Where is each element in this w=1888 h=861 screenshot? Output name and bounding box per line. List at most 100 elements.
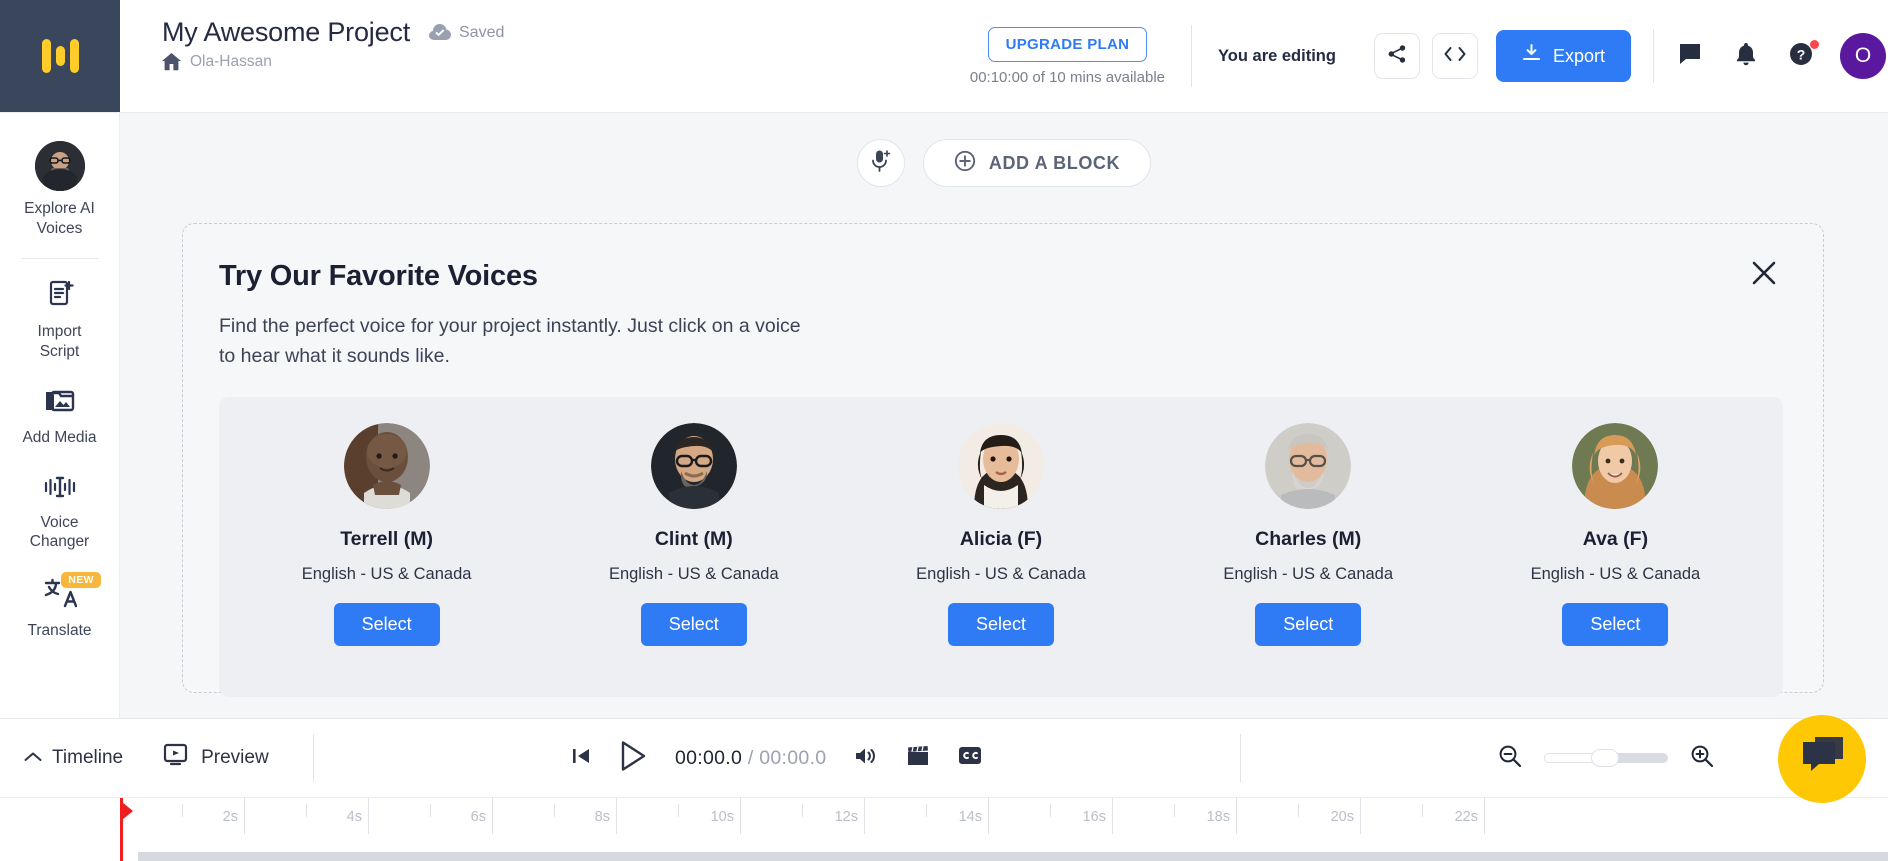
chat-bubble-icon: [1799, 736, 1845, 783]
playback-time: 00:00.0 / 00:00.0: [675, 747, 827, 770]
add-a-block-button[interactable]: ADD A BLOCK: [922, 139, 1152, 187]
voice-card[interactable]: Alicia (F) English - US & Canada Select: [847, 423, 1154, 647]
chat-support-button[interactable]: [1778, 715, 1866, 803]
panel-description: Find the perfect voice for your project …: [219, 315, 801, 368]
select-voice-button[interactable]: Select: [333, 603, 440, 647]
playhead[interactable]: [120, 798, 133, 861]
ruler-tick-minor: [1174, 804, 1175, 817]
sidebar-item-label: Add Media: [22, 429, 97, 447]
ruler-tick-major: [988, 798, 989, 834]
timeline-toggle[interactable]: Timeline: [24, 747, 163, 769]
select-voice-button[interactable]: Select: [947, 603, 1055, 647]
timeline-track[interactable]: [138, 852, 1888, 861]
new-badge: NEW: [61, 571, 101, 588]
sidebar-item-label: Translate: [27, 621, 92, 639]
notifications-button[interactable]: [1726, 36, 1766, 76]
voice-changer-icon: [44, 474, 76, 505]
sidebar-item-explore-ai-voices[interactable]: Explore AI Voices: [0, 129, 119, 252]
main-canvas: ADD A BLOCK Try Our Favorite Voices Find…: [120, 113, 1888, 718]
select-voice-button[interactable]: Select: [1255, 603, 1362, 647]
zoom-in-button[interactable]: [1690, 744, 1714, 773]
volume-button[interactable]: [854, 746, 878, 771]
download-icon: [1522, 44, 1541, 68]
sidebar-item-import-script[interactable]: Import Script: [0, 267, 119, 375]
voice-portrait: [958, 423, 1044, 510]
speaker-logo-icon: [41, 33, 79, 79]
voice-card[interactable]: Clint (M) English - US & Canada Select: [540, 423, 847, 647]
ruler-tick-major: [368, 798, 369, 834]
notification-dot: [1810, 40, 1819, 49]
voice-name: Terrell (M): [340, 528, 434, 551]
preview-button[interactable]: Preview: [163, 743, 269, 773]
project-title-area: My Awesome Project Saved Ola-Hassan: [120, 0, 504, 112]
ruler-tick-major: [492, 798, 493, 834]
top-bar-center: UPGRADE PLAN 00:10:00 of 10 mins availab…: [970, 0, 1362, 112]
select-voice-button[interactable]: Select: [1562, 603, 1669, 647]
panel-title: Try Our Favorite Voices: [219, 260, 538, 292]
user-avatar[interactable]: O: [1840, 33, 1886, 79]
timeline-ruler[interactable]: 2s 4s 6s 8s 10s 12s 14s 16s 18s 20s 22s: [0, 797, 1888, 861]
voice-card[interactable]: Terrell (M) English - US & Canada Select: [233, 423, 540, 647]
zoom-slider-handle[interactable]: [1591, 749, 1620, 767]
ruler-tick-label: 2s: [222, 809, 238, 825]
voice-card-list: Terrell (M) English - US & Canada Select: [219, 397, 1783, 698]
zoom-in-icon: [1690, 744, 1714, 773]
breadcrumb[interactable]: Ola-Hassan: [162, 53, 504, 71]
sidebar-item-voice-changer[interactable]: Voice Changer: [0, 462, 119, 566]
sidebar-item-label: Import Script: [37, 323, 82, 360]
skip-to-start-icon: [571, 746, 591, 771]
skip-to-start-button[interactable]: [571, 746, 591, 771]
voice-portrait: [650, 423, 737, 510]
app-root: My Awesome Project Saved Ola-Hassan UPGR…: [0, 0, 1888, 861]
ruler-tick-major: [864, 798, 865, 834]
share-button[interactable]: [1373, 33, 1420, 79]
ruler-tick-major: [1484, 798, 1485, 834]
zoom-out-icon: [1498, 744, 1522, 773]
record-voice-button[interactable]: [856, 139, 905, 187]
preview-screen-icon: [163, 743, 188, 773]
voice-name: Alicia (F): [959, 528, 1043, 551]
play-icon: [619, 740, 647, 777]
voice-card[interactable]: Ava (F) English - US & Canada Select: [1462, 423, 1769, 647]
voice-name: Clint (M): [654, 528, 733, 551]
ruler-tick-minor: [1422, 804, 1423, 817]
clapperboard-icon: [906, 745, 930, 772]
embed-code-button[interactable]: [1431, 33, 1478, 79]
zoom-slider[interactable]: [1543, 749, 1668, 767]
ruler-tick-label: 10s: [710, 809, 734, 825]
volume-icon: [854, 746, 878, 771]
captions-button[interactable]: [958, 746, 982, 770]
ruler-tick-label: 16s: [1082, 809, 1106, 825]
ruler-tick-major: [244, 798, 245, 834]
clapperboard-button[interactable]: [906, 745, 930, 772]
cloud-check-icon: [429, 24, 451, 41]
voice-language: English - US & Canada: [1223, 565, 1394, 584]
zoom-out-button[interactable]: [1498, 744, 1522, 773]
favorite-voices-panel: Try Our Favorite Voices Find the perfect…: [182, 223, 1824, 698]
home-icon: [162, 53, 181, 71]
ruler-tick-label: 14s: [958, 809, 982, 825]
voice-language: English - US & Canada: [301, 565, 472, 584]
ruler-tick-major: [1360, 798, 1361, 834]
svg-text:?: ?: [1797, 46, 1806, 62]
play-button[interactable]: [619, 740, 647, 777]
select-voice-button[interactable]: Select: [640, 603, 747, 647]
import-script-icon: [45, 279, 75, 314]
export-button[interactable]: Export: [1495, 30, 1631, 82]
breadcrumb-label: Ola-Hassan: [190, 53, 272, 70]
voice-avatar-icon: [34, 141, 85, 191]
close-panel-button[interactable]: [1747, 258, 1781, 292]
ruler-tick-minor: [678, 804, 679, 817]
help-button[interactable]: ?: [1782, 36, 1822, 76]
ruler-tick-major: [1236, 798, 1237, 834]
voice-card[interactable]: Charles (M) English - US & Canada Select: [1155, 423, 1462, 647]
sidebar-item-translate[interactable]: NEW Translate: [0, 566, 119, 655]
sidebar-item-add-media[interactable]: Add Media: [0, 375, 119, 462]
close-icon: [1751, 260, 1777, 291]
app-logo[interactable]: [0, 0, 120, 112]
save-status-label: Saved: [459, 23, 505, 41]
comment-button[interactable]: [1670, 36, 1710, 76]
upgrade-plan-button[interactable]: UPGRADE PLAN: [987, 26, 1148, 62]
current-time: 00:00.0: [674, 746, 743, 769]
block-toolbar: ADD A BLOCK: [120, 113, 1888, 187]
